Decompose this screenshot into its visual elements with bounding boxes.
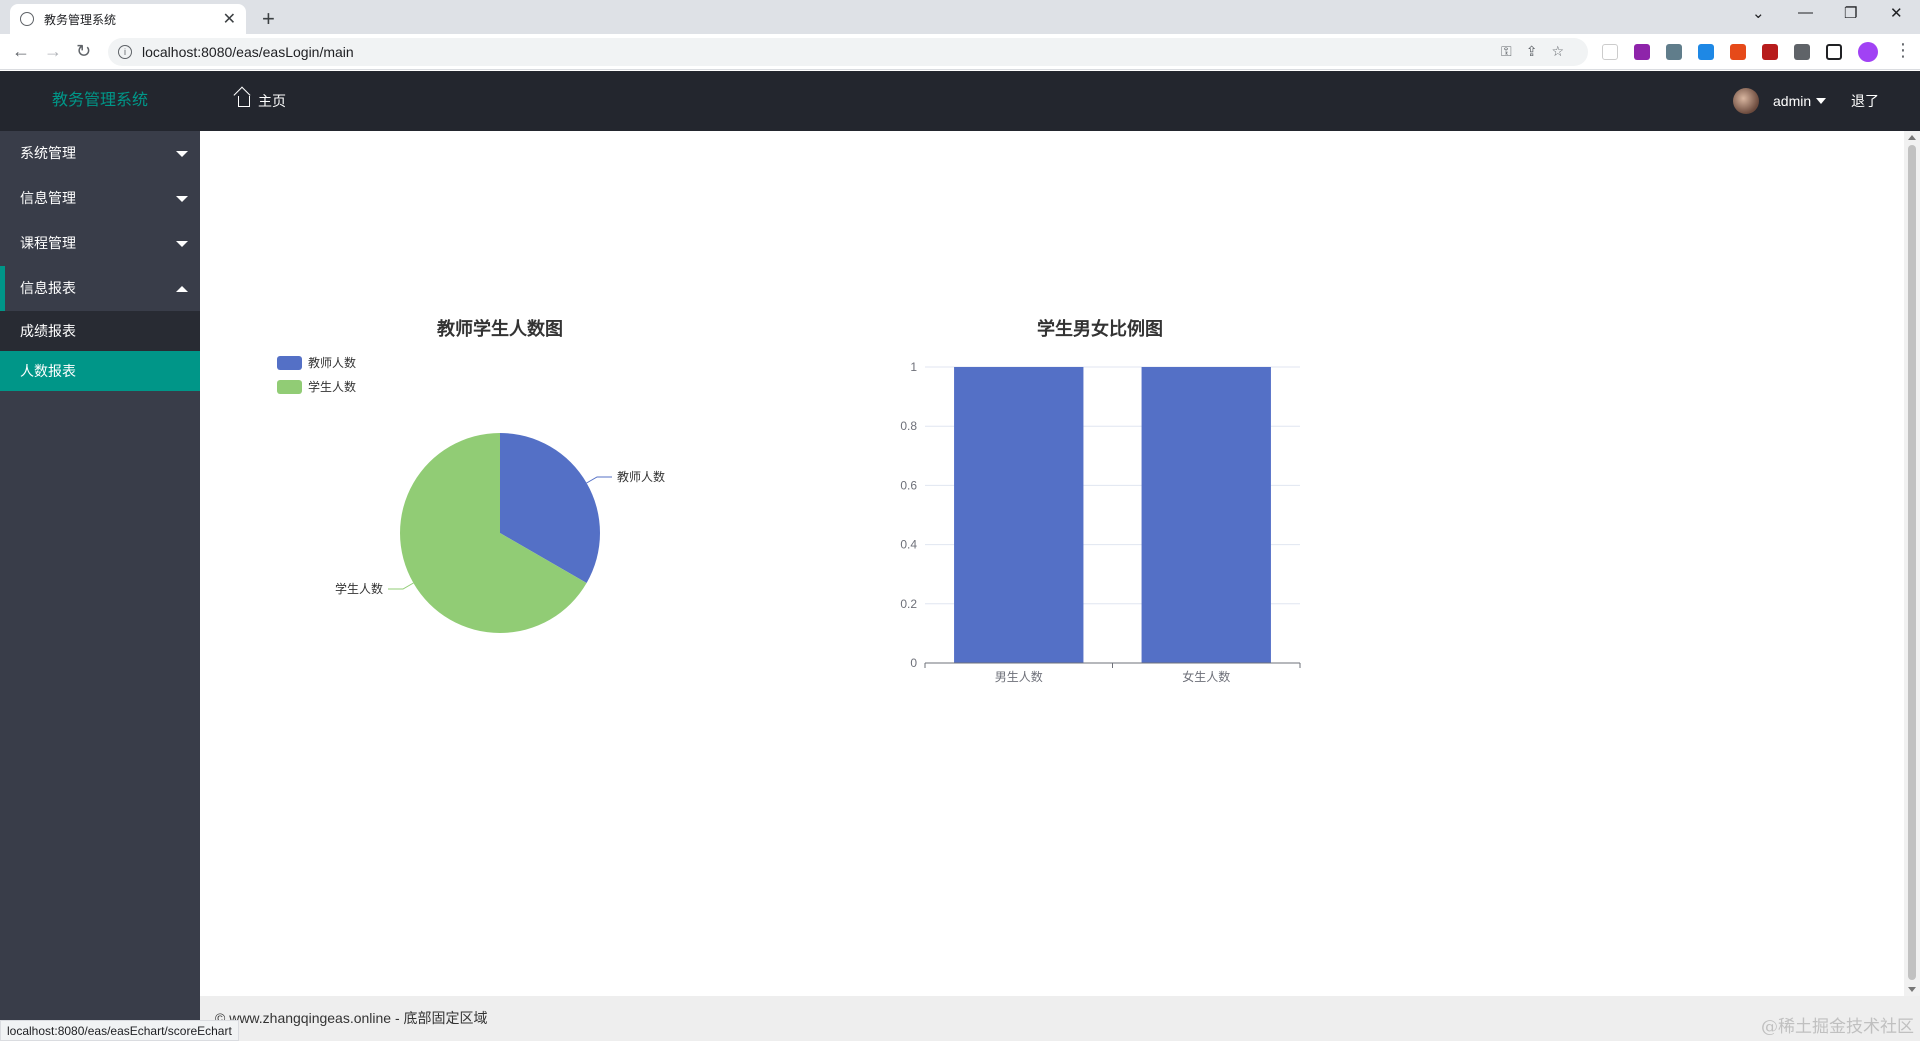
footer: © www.zhangqingeas.online - 底部固定区域 bbox=[200, 996, 1920, 1041]
chevron-up-icon bbox=[176, 286, 188, 292]
sidebar-item-course[interactable]: 课程管理 bbox=[0, 221, 200, 266]
browser-tab-bar: 教务管理系统 ✕ + ⌄ — ❐ ✕ bbox=[0, 0, 1920, 34]
address-bar[interactable]: i localhost:8080/eas/easLogin/main ⚿⇪☆ bbox=[108, 38, 1588, 66]
restore-icon[interactable]: ❐ bbox=[1844, 4, 1857, 22]
extension-icon[interactable] bbox=[1698, 44, 1714, 60]
chevron-down-icon bbox=[176, 151, 188, 157]
sidebar-item-system[interactable]: 系统管理 bbox=[0, 131, 200, 176]
bar[interactable] bbox=[954, 367, 1084, 663]
user-menu[interactable]: admin bbox=[1773, 71, 1827, 131]
app-logo[interactable]: 教务管理系统 bbox=[0, 71, 200, 131]
minimize-icon[interactable]: — bbox=[1798, 4, 1813, 21]
chevron-down-icon bbox=[176, 241, 188, 247]
bar-chart: 学生男女比例图 0 0.2 0.4 0.6 0.8 1 男生人数 女生人数 bbox=[900, 318, 1301, 684]
tab-search-icon[interactable]: ⌄ bbox=[1752, 4, 1765, 22]
extensions-puzzle-icon[interactable] bbox=[1794, 44, 1810, 60]
browser-menu-icon[interactable]: ⋮ bbox=[1894, 40, 1912, 61]
extension-icon[interactable] bbox=[1730, 44, 1746, 60]
chart-title: 教师学生人数图 bbox=[437, 318, 563, 339]
y-tick-label: 0 bbox=[910, 656, 917, 670]
forward-icon[interactable]: → bbox=[44, 41, 62, 62]
sidebar-submenu: 成绩报表 人数报表 bbox=[0, 311, 200, 391]
profile-avatar-icon[interactable] bbox=[1858, 42, 1878, 62]
url-text: localhost:8080/eas/easLogin/main bbox=[142, 44, 354, 60]
sidebar-item-label: 系统管理 bbox=[20, 145, 76, 161]
extension-icon[interactable] bbox=[1634, 44, 1650, 60]
sidebar-item-info[interactable]: 信息管理 bbox=[0, 176, 200, 221]
y-tick-label: 0.2 bbox=[900, 597, 917, 611]
site-info-icon[interactable]: i bbox=[118, 45, 132, 59]
browser-tab[interactable]: 教务管理系统 ✕ bbox=[10, 4, 246, 34]
sidebar: 系统管理 信息管理 课程管理 信息报表 成绩报表 人数报表 bbox=[0, 131, 200, 1041]
scroll-down-icon[interactable] bbox=[1908, 987, 1916, 992]
scroll-up-icon[interactable] bbox=[1908, 135, 1916, 140]
pie-slice-label: 教师人数 bbox=[617, 469, 665, 484]
chart-title: 学生男女比例图 bbox=[1037, 318, 1163, 339]
legend-label[interactable]: 教师人数 bbox=[308, 355, 356, 370]
y-tick-label: 0.8 bbox=[900, 419, 917, 433]
app-header: 教务管理系统 主页 admin 退了 bbox=[0, 71, 1920, 131]
extension-icon[interactable] bbox=[1602, 44, 1618, 60]
scrollbar-thumb[interactable] bbox=[1908, 145, 1916, 980]
bookmark-star-icon[interactable]: ☆ bbox=[1551, 43, 1578, 59]
logout-link[interactable]: 退了 bbox=[1851, 71, 1879, 131]
pie-chart: 教师学生人数图 教师人数学生人数 教师人数学生人数 bbox=[277, 318, 665, 633]
reload-icon[interactable]: ↻ bbox=[76, 41, 91, 62]
sidebar-item-label: 课程管理 bbox=[20, 235, 76, 251]
home-link[interactable]: 主页 bbox=[238, 71, 286, 131]
sidebar-item-score-report[interactable]: 成绩报表 bbox=[0, 311, 200, 351]
main-content: 教师学生人数图 教师人数 学生人数 教师人数 学生人数 学生男女比例图 0 0.2 0.… bbox=[200, 131, 1920, 996]
status-bar-url: localhost:8080/eas/easEchart/scoreEchart bbox=[0, 1020, 239, 1041]
sidebar-item-reports[interactable]: 信息报表 bbox=[0, 266, 200, 311]
page-favicon-icon bbox=[20, 12, 34, 26]
extension-icon[interactable] bbox=[1666, 44, 1682, 60]
back-icon[interactable]: ← bbox=[12, 41, 30, 62]
share-icon[interactable]: ⇪ bbox=[1526, 43, 1552, 59]
watermark: @稀土掘金技术社区 bbox=[1761, 1017, 1914, 1037]
legend-label[interactable]: 学生人数 bbox=[308, 379, 356, 394]
home-label: 主页 bbox=[258, 93, 286, 109]
user-name: admin bbox=[1773, 93, 1812, 109]
legend-swatch[interactable] bbox=[277, 380, 302, 394]
x-tick-label: 女生人数 bbox=[1182, 669, 1230, 684]
password-key-icon[interactable]: ⚿ bbox=[1501, 43, 1526, 59]
pie-label-line bbox=[586, 476, 612, 484]
omnibox-actions: ⚿⇪☆ bbox=[1501, 43, 1578, 60]
browser-toolbar: ← → ↻ i localhost:8080/eas/easLogin/main… bbox=[0, 34, 1920, 70]
extension-icon[interactable] bbox=[1762, 44, 1778, 60]
side-panel-icon[interactable] bbox=[1826, 44, 1842, 60]
x-tick-label: 男生人数 bbox=[995, 669, 1043, 684]
y-tick-label: 1 bbox=[910, 360, 917, 374]
chevron-down-icon bbox=[1816, 98, 1827, 104]
home-icon bbox=[238, 96, 250, 107]
avatar[interactable] bbox=[1733, 88, 1759, 114]
pie-label-line bbox=[388, 582, 414, 590]
new-tab-icon[interactable]: + bbox=[262, 6, 275, 32]
close-window-icon[interactable]: ✕ bbox=[1890, 4, 1903, 22]
close-tab-icon[interactable]: ✕ bbox=[223, 9, 236, 29]
sidebar-item-count-report[interactable]: 人数报表 bbox=[0, 351, 200, 391]
pie-slice-label: 学生人数 bbox=[335, 581, 383, 596]
page-scrollbar[interactable] bbox=[1904, 131, 1920, 996]
tab-title: 教务管理系统 bbox=[44, 12, 117, 27]
sidebar-item-label: 信息报表 bbox=[20, 280, 76, 296]
y-tick-label: 0.6 bbox=[900, 478, 917, 492]
sidebar-item-label: 信息管理 bbox=[20, 190, 76, 206]
legend-swatch[interactable] bbox=[277, 356, 302, 370]
bar[interactable] bbox=[1141, 367, 1271, 663]
chevron-down-icon bbox=[176, 196, 188, 202]
y-tick-label: 0.4 bbox=[900, 538, 917, 552]
